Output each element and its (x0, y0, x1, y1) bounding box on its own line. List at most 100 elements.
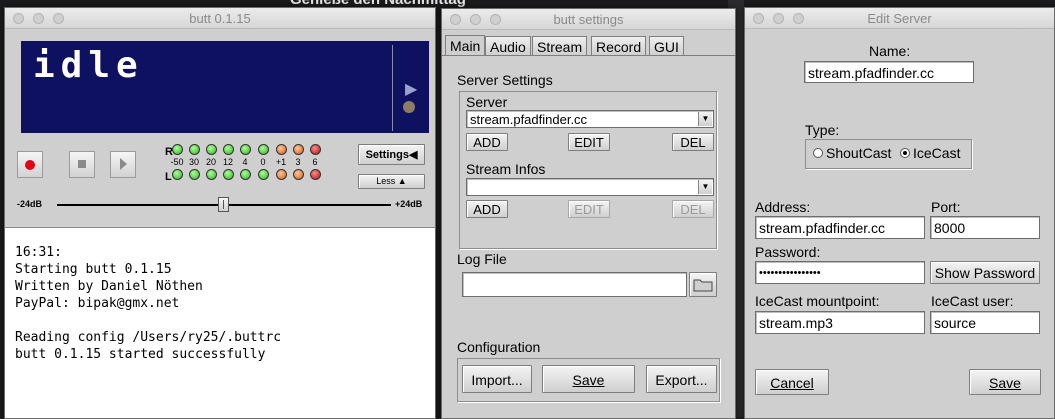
password-label: Password: (755, 244, 821, 260)
address-label: Address: (755, 199, 811, 215)
tab-record[interactable]: Record (591, 36, 647, 55)
display-indicator-icon[interactable] (403, 101, 415, 113)
gain-min-label: -24dB (17, 199, 43, 209)
log-line: 16:31: (15, 245, 62, 260)
butt-main-window: butt 0.1.15 idle ▶ R L Settings◀ Less ▲ … (4, 7, 436, 419)
vu-led-r-3 (223, 144, 234, 155)
vu-led-r-5 (258, 144, 269, 155)
show-password-button[interactable]: Show Password (930, 261, 1040, 284)
log-output: 16:31: Starting butt 0.1.15 Written by Dan… (5, 227, 435, 418)
stream-del-button[interactable]: DEL (672, 200, 714, 218)
vu-scale-label: +1 (275, 157, 287, 167)
server-select[interactable]: stream.pfadfinder.cc ▼ (466, 110, 714, 128)
tab-stream[interactable]: Stream (532, 36, 588, 55)
chevron-down-icon[interactable]: ▼ (698, 180, 712, 194)
vu-scale-label: 30 (188, 157, 199, 167)
vu-scale-label: -50 (170, 157, 184, 167)
settings-button[interactable]: Settings◀ (358, 144, 425, 165)
server-label: Server (466, 94, 508, 110)
display-toggle-icon[interactable]: ▶ (405, 79, 417, 99)
log-line: butt 0.1.15 started successfully (15, 347, 266, 362)
vu-led-l-1 (189, 169, 200, 180)
import-button[interactable]: Import... (462, 365, 532, 393)
stream-add-button[interactable]: ADD (466, 200, 508, 218)
log-line: Reading config /Users/ry25/.buttrc (15, 330, 282, 345)
vu-led-l-7 (293, 169, 304, 180)
server-del-button[interactable]: DEL (672, 133, 714, 151)
password-input[interactable]: •••••••••••••••• (755, 261, 925, 284)
icecast-user-input[interactable]: source (930, 311, 1040, 334)
configuration-label: Configuration (457, 339, 541, 355)
vu-led-l-5 (258, 169, 269, 180)
export-button[interactable]: Export... (646, 365, 717, 393)
vu-led-l-0 (172, 169, 183, 180)
edit-server-window: Edit Server Name: stream.pfadfinder.cc T… (744, 7, 1055, 419)
gain-slider-knob[interactable] (218, 197, 229, 212)
folder-icon (693, 279, 713, 292)
settings-titlebar[interactable]: butt settings (442, 9, 735, 30)
vu-led-l-6 (276, 169, 287, 180)
window-title: butt 0.1.15 (189, 11, 251, 26)
record-icon (25, 160, 35, 170)
server-add-button[interactable]: ADD (466, 133, 508, 151)
tab-underline (442, 55, 735, 56)
tab-audio[interactable]: Audio (485, 36, 531, 55)
log-file-input[interactable] (462, 272, 687, 297)
port-input[interactable]: 8000 (930, 216, 1040, 239)
settings-button-label: Settings (365, 149, 409, 161)
vu-led-l-3 (223, 169, 234, 180)
vu-scale-label: 6 (312, 157, 318, 167)
chevron-down-icon[interactable]: ▼ (698, 112, 712, 126)
icecast-label[interactable]: IceCast (913, 145, 960, 161)
vu-scale-label: 0 (260, 157, 266, 167)
type-label: Type: (805, 122, 840, 138)
settings-save-label: Save (572, 372, 605, 388)
log-file-browse-button[interactable] (689, 272, 717, 297)
name-input[interactable]: stream.pfadfinder.cc (804, 61, 974, 83)
mountpoint-input[interactable]: stream.mp3 (755, 311, 925, 334)
edit-server-save-button[interactable]: Save (969, 369, 1041, 395)
window-title: Edit Server (867, 11, 932, 26)
vu-led-r-7 (293, 144, 304, 155)
cancel-button[interactable]: Cancel (755, 369, 829, 395)
cancel-label: Cancel (770, 375, 814, 391)
settings-window: butt settings Main Audio Stream Record G… (441, 8, 736, 419)
stream-infos-label: Stream Infos (466, 161, 546, 177)
vu-led-r-4 (240, 144, 251, 155)
settings-body: Main Audio Stream Record GUI Server Sett… (442, 30, 735, 418)
vu-led-r-1 (189, 144, 200, 155)
edit-server-titlebar[interactable]: Edit Server (745, 8, 1054, 29)
window-title: butt settings (553, 12, 624, 27)
mountpoint-label: IceCast mountpoint: (755, 293, 880, 309)
gain-max-label: +24dB (395, 199, 423, 209)
vu-led-r-0 (172, 144, 183, 155)
play-button[interactable] (110, 151, 136, 178)
triangle-left-icon: ◀ (408, 149, 418, 161)
stream-infos-select[interactable]: ▼ (466, 178, 714, 196)
less-button-label: Less (376, 176, 396, 186)
server-edit-button[interactable]: EDIT (568, 133, 610, 151)
record-button[interactable] (17, 151, 43, 178)
stream-edit-button[interactable]: EDIT (568, 200, 610, 218)
stop-icon (78, 160, 86, 168)
tab-main[interactable]: Main (445, 35, 486, 56)
vu-led-r-2 (206, 144, 217, 155)
address-input[interactable]: stream.pfadfinder.cc (755, 216, 925, 239)
tab-gui[interactable]: GUI (649, 36, 684, 55)
settings-save-button[interactable]: Save (542, 365, 635, 393)
less-button[interactable]: Less ▲ (358, 174, 425, 189)
shoutcast-radio[interactable] (813, 148, 823, 158)
shoutcast-label[interactable]: ShoutCast (826, 145, 891, 161)
icecast-radio[interactable] (900, 148, 910, 158)
name-label: Name: (869, 43, 911, 59)
log-line: Starting butt 0.1.15 (15, 262, 172, 277)
stop-button[interactable] (69, 151, 95, 178)
play-icon (120, 158, 127, 170)
icecast-user-label: IceCast user: (931, 293, 1014, 309)
triangle-up-icon: ▲ (397, 176, 407, 186)
main-titlebar[interactable]: butt 0.1.15 (5, 8, 435, 29)
vu-led-l-8 (310, 169, 321, 180)
vu-label-l: L (165, 171, 172, 183)
status-text: idle (33, 45, 144, 86)
